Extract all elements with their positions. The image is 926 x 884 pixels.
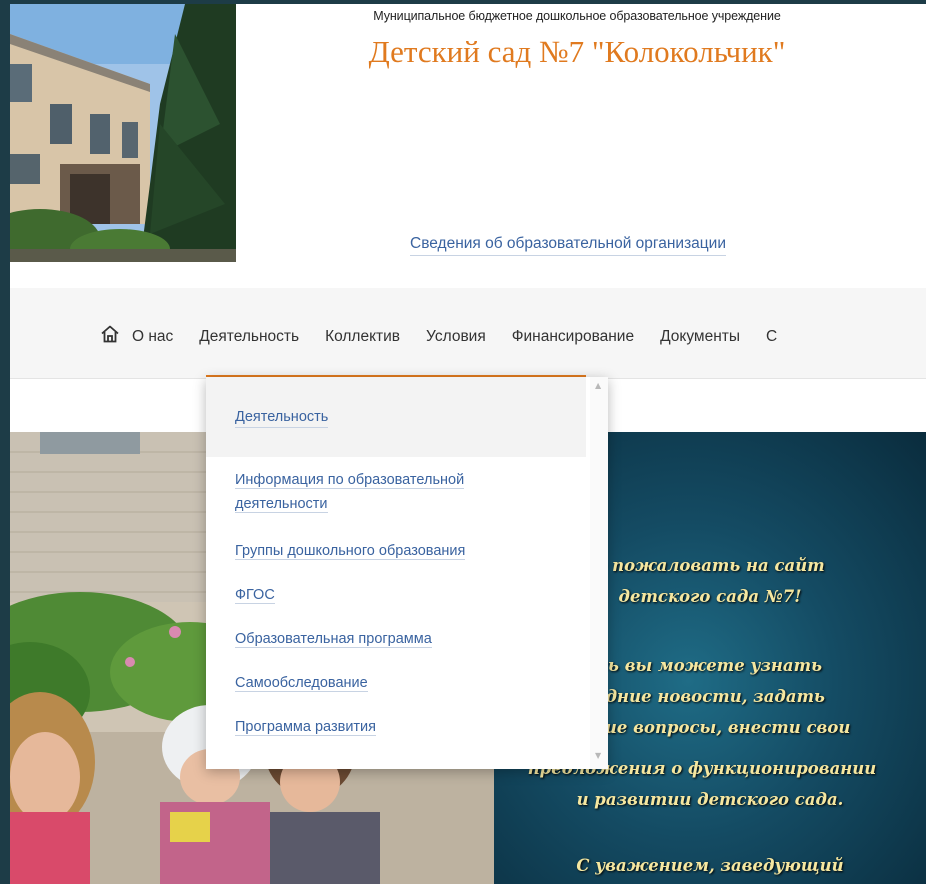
dropdown-item-line: Информация по образовательной bbox=[235, 472, 465, 489]
dropdown-item-label: Программа развития bbox=[235, 719, 377, 736]
scroll-down-arrow-icon[interactable]: ▼ bbox=[595, 751, 601, 760]
dropdown-item-line: деятельности bbox=[235, 496, 328, 513]
dropdown-title-link[interactable]: Деятельность bbox=[235, 409, 329, 428]
main-navigation: О нас Деятельность Коллектив Условия Финанси… bbox=[10, 288, 926, 379]
org-title[interactable]: Детский сад №7 "Колокольчик" bbox=[232, 34, 922, 70]
nav-item-about[interactable]: О нас bbox=[132, 328, 173, 346]
dropdown-item-label: Группы дошкольного образования bbox=[235, 543, 466, 560]
dropdown-item-education-info[interactable]: Информация по образовательной деятельнос… bbox=[235, 468, 465, 516]
banner-line: и развитии детского сада. bbox=[576, 790, 844, 809]
nav-item-documents[interactable]: Документы bbox=[660, 328, 740, 346]
dropdown-item-fgos[interactable]: ФГОС bbox=[235, 583, 275, 607]
nav-item-activity[interactable]: Деятельность bbox=[199, 328, 299, 346]
scroll-up-arrow-icon[interactable]: ▲ bbox=[595, 381, 601, 390]
org-info-link[interactable]: Сведения об образовательной организации bbox=[410, 235, 726, 256]
kindergarten-building-photo bbox=[10, 4, 236, 262]
banner-line: С уважением, заведующий bbox=[576, 856, 844, 875]
nav-item-overflow[interactable]: С bbox=[766, 328, 777, 346]
dropdown-header: Деятельность bbox=[206, 377, 586, 457]
dropdown-item-label: Образовательная программа bbox=[235, 631, 432, 648]
home-icon[interactable] bbox=[100, 324, 120, 344]
dropdown-item-label: ФГОС bbox=[235, 587, 275, 604]
dropdown-scrollbar[interactable]: ▲ ▼ bbox=[590, 377, 608, 769]
dropdown-item-self-assessment[interactable]: Самообследование bbox=[235, 671, 368, 695]
nav-item-financing[interactable]: Финансирование bbox=[512, 328, 634, 346]
org-subtitle: Муниципальное бюджетное дошкольное образ… bbox=[373, 9, 781, 23]
dropdown-item-preschool-groups[interactable]: Группы дошкольного образования bbox=[235, 539, 466, 563]
dropdown-item-development-program[interactable]: Программа развития bbox=[235, 715, 377, 739]
page: Муниципальное бюджетное дошкольное образ… bbox=[10, 4, 926, 884]
dropdown-item-label: Самообследование bbox=[235, 675, 368, 692]
dropdown-item-education-program[interactable]: Образовательная программа bbox=[235, 627, 432, 651]
nav-item-conditions[interactable]: Условия bbox=[426, 328, 486, 346]
activity-dropdown-menu: Деятельность Информация по образовательн… bbox=[206, 377, 608, 769]
site-header: Муниципальное бюджетное дошкольное образ… bbox=[10, 4, 926, 288]
nav-item-staff[interactable]: Коллектив bbox=[325, 328, 400, 346]
